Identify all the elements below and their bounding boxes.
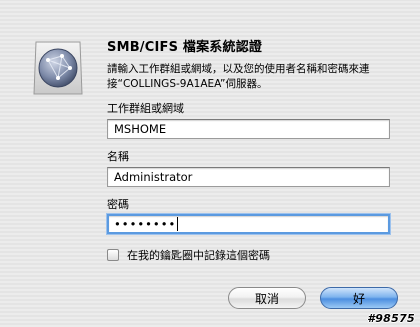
workgroup-label: 工作群組或網域 [107,102,184,115]
dialog-title: SMB/CIFS 檔案系統認證 [107,40,263,55]
watermark: #98575 [367,312,415,325]
workgroup-value: MSHOME [114,122,167,136]
password-field[interactable]: •••••••• [107,214,390,234]
remember-password-checkbox[interactable] [107,249,119,261]
name-value: Administrator [114,170,193,184]
remember-password-label[interactable]: 在我的鑰匙圈中記錄這個密碼 [127,247,270,263]
text-caret [177,217,179,231]
name-label: 名稱 [107,150,129,163]
password-label: 密碼 [107,198,129,211]
dialog-description: 請輸入工作群組或網域，以及您的使用者名稱和密碼來連 接“COLLINGS-9A1… [107,62,407,92]
network-globe-icon [30,38,86,98]
ok-button[interactable]: 好 [320,287,398,309]
password-value: •••••••• [114,217,177,231]
description-line: 接“COLLINGS-9A1AEA”伺服器。 [107,78,268,90]
description-line: 請輸入工作群組或網域，以及您的使用者名稱和密碼來連 [107,63,370,75]
remember-password-row[interactable]: 在我的鑰匙圈中記錄這個密碼 [107,247,270,263]
workgroup-field[interactable]: MSHOME [107,119,390,139]
cancel-button[interactable]: 取消 [228,287,306,309]
name-field[interactable]: Administrator [107,167,390,187]
smb-auth-dialog: SMB/CIFS 檔案系統認證 請輸入工作群組或網域，以及您的使用者名稱和密碼來… [0,0,420,327]
